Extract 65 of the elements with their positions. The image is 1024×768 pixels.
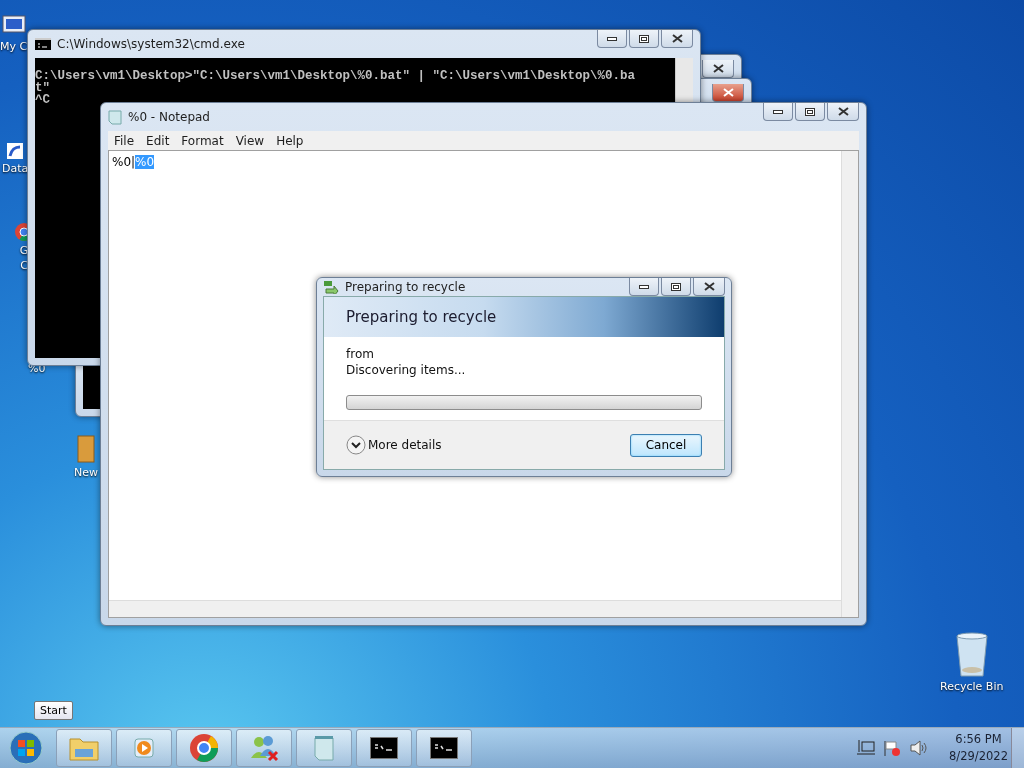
menu-item[interactable]: View bbox=[229, 133, 271, 148]
minimize-button[interactable] bbox=[629, 278, 659, 296]
network-icon[interactable] bbox=[857, 740, 876, 756]
minimize-icon bbox=[639, 284, 649, 289]
maximize-button[interactable] bbox=[661, 278, 691, 296]
maximize-icon bbox=[671, 282, 681, 291]
close-icon bbox=[671, 34, 683, 43]
source-label: from bbox=[346, 347, 375, 361]
folder-icon bbox=[69, 735, 99, 761]
status-text: Discovering items... bbox=[346, 363, 467, 377]
close-icon bbox=[722, 88, 734, 97]
minimize-button[interactable] bbox=[763, 103, 793, 121]
close-button[interactable] bbox=[827, 103, 859, 121]
shortcut-icon bbox=[6, 142, 25, 160]
menu-item[interactable]: File bbox=[108, 133, 141, 148]
close-icon bbox=[837, 107, 849, 116]
chevron-down-icon bbox=[346, 435, 366, 455]
maximize-button[interactable] bbox=[795, 103, 825, 121]
close-button[interactable] bbox=[712, 84, 744, 102]
notepad-icon bbox=[311, 734, 337, 762]
people-icon bbox=[249, 734, 279, 762]
menu-item[interactable]: Format bbox=[175, 133, 230, 148]
minimize-button[interactable] bbox=[597, 30, 627, 48]
dialog-heading: Preparing to recycle bbox=[346, 308, 497, 326]
close-icon bbox=[712, 64, 724, 73]
cancel-button[interactable]: Cancel bbox=[630, 433, 702, 457]
close-button[interactable] bbox=[661, 30, 693, 48]
chrome-icon bbox=[189, 733, 219, 763]
window-title: Preparing to recycle bbox=[345, 280, 467, 294]
close-icon bbox=[703, 282, 715, 291]
recycle-progress-icon bbox=[323, 280, 339, 294]
window-title: %0 - Notepad bbox=[128, 110, 211, 124]
console-icon bbox=[35, 38, 51, 50]
icon-label[interactable]: Data bbox=[2, 162, 29, 177]
scrollbar bbox=[675, 58, 693, 102]
close-button[interactable] bbox=[702, 60, 734, 78]
menu-item[interactable]: Help bbox=[270, 133, 310, 148]
clock-date[interactable]: 8/29/2022 bbox=[949, 748, 1008, 765]
minimize-icon bbox=[773, 109, 783, 114]
taskbar-button[interactable] bbox=[416, 729, 472, 767]
console-icon bbox=[370, 737, 398, 759]
icon-label[interactable]: Recycle Bin bbox=[940, 680, 1004, 695]
icon-label[interactable]: G C bbox=[19, 244, 29, 274]
flag-icon[interactable] bbox=[883, 740, 902, 756]
maximize-icon bbox=[639, 34, 649, 43]
maximize-button[interactable] bbox=[629, 30, 659, 48]
icon-label[interactable]: My C bbox=[0, 40, 28, 55]
recycle-bin-icon bbox=[953, 632, 990, 678]
menu-item[interactable]: Edit bbox=[140, 133, 176, 148]
window-title: C:\Windows\system32\cmd.exe bbox=[57, 37, 246, 51]
maximize-icon bbox=[805, 107, 815, 116]
console-line: ^C bbox=[35, 94, 51, 106]
console-icon bbox=[430, 737, 458, 759]
tooltip: Start bbox=[34, 701, 73, 720]
folder-icon bbox=[77, 432, 95, 464]
close-button[interactable] bbox=[693, 278, 725, 296]
media-player-icon bbox=[132, 736, 156, 760]
minimize-icon bbox=[607, 36, 617, 41]
clock-time[interactable]: 6:56 PM bbox=[955, 731, 1002, 748]
console-line: C:\Users\vm1\Desktop>"C:\Users\vm1\Desktop\%0.bat" | "C:\Users\vm1\Desktop\%0.ba bbox=[35, 70, 637, 82]
notepad-icon bbox=[108, 109, 122, 125]
speaker-icon[interactable] bbox=[909, 740, 928, 756]
taskbar-button[interactable] bbox=[356, 729, 412, 767]
more-details-button[interactable]: More details bbox=[346, 435, 442, 455]
console-line: t" bbox=[35, 82, 50, 94]
